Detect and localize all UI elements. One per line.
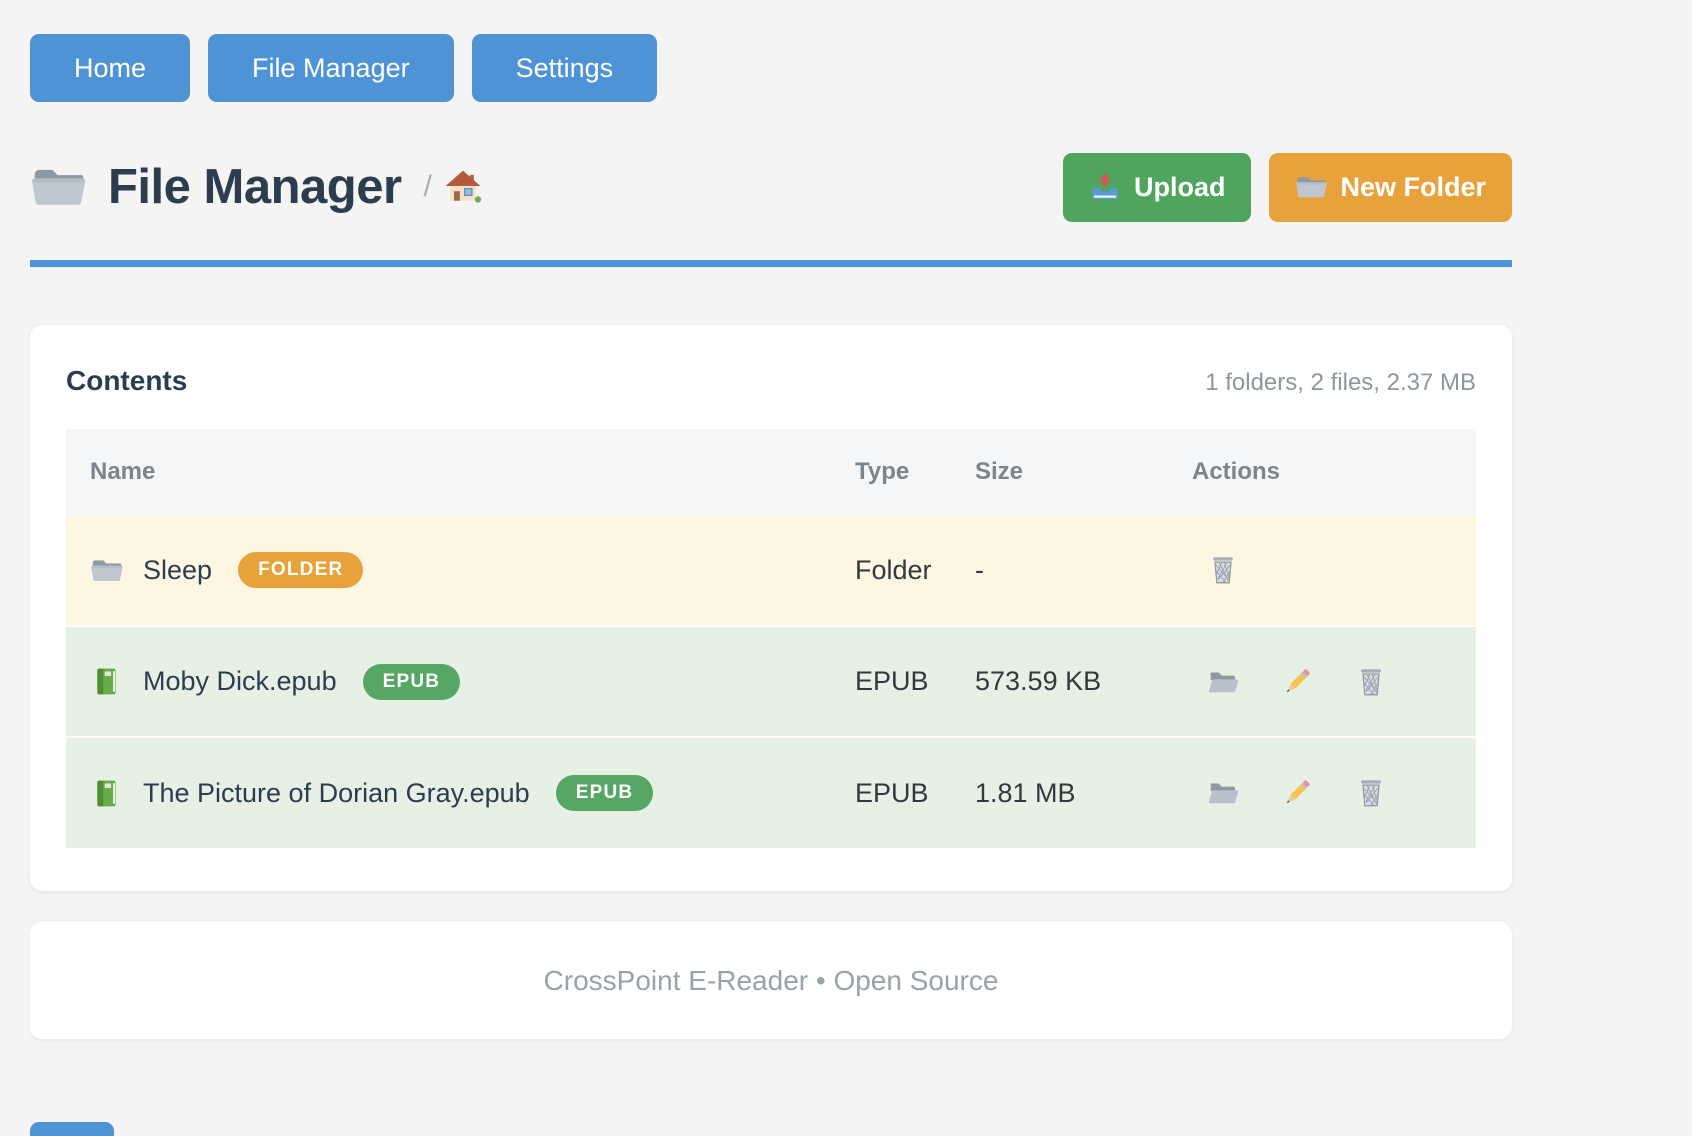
home-icon[interactable] xyxy=(444,168,482,206)
folder-badge: FOLDER xyxy=(238,552,363,588)
action-rename[interactable] xyxy=(1280,776,1314,810)
item-type: EPUB xyxy=(831,626,951,737)
item-size: 573.59 KB xyxy=(951,626,1168,737)
trash-icon xyxy=(1206,553,1240,587)
breadcrumb: / xyxy=(424,168,482,206)
folder-icon xyxy=(90,554,123,587)
epub-badge: EPUB xyxy=(363,664,461,700)
header-divider xyxy=(30,260,1512,267)
item-type: Folder xyxy=(831,515,951,626)
folder-icon xyxy=(1295,171,1327,203)
contents-summary: 1 folders, 2 files, 2.37 MB xyxy=(1205,369,1476,397)
upload-button[interactable]: Upload xyxy=(1063,153,1252,222)
green-book-icon xyxy=(90,777,123,810)
action-delete[interactable] xyxy=(1354,665,1388,699)
trash-icon xyxy=(1354,665,1388,699)
item-name-link[interactable]: Moby Dick.epub xyxy=(143,666,337,697)
item-name-link[interactable]: Sleep xyxy=(143,555,212,586)
upload-button-label: Upload xyxy=(1134,172,1226,203)
item-size: - xyxy=(951,515,1168,626)
title-wrap: File Manager / xyxy=(30,159,482,215)
column-header-size: Size xyxy=(951,429,1168,515)
header-buttons: Upload New Folder xyxy=(1063,153,1512,222)
folder-icon xyxy=(30,159,86,215)
column-header-type: Type xyxy=(831,429,951,515)
table-row: Sleep FOLDER Folder - xyxy=(66,515,1476,626)
table-header-row: Name Type Size Actions xyxy=(66,429,1476,515)
footer-text: CrossPoint E-Reader • Open Source xyxy=(544,965,999,997)
page-header: File Manager / Upload New Folder xyxy=(30,148,1512,226)
table-row: The Picture of Dorian Gray.epub EPUB EPU… xyxy=(66,737,1476,848)
file-table: Name Type Size Actions Sleep FOLDER F xyxy=(66,429,1476,848)
column-header-actions: Actions xyxy=(1168,429,1476,515)
partially-visible-button[interactable] xyxy=(30,1122,114,1136)
page-title: File Manager xyxy=(108,159,402,215)
nav-button-settings[interactable]: Settings xyxy=(472,34,658,102)
new-folder-button[interactable]: New Folder xyxy=(1269,153,1512,222)
nav-button-home[interactable]: Home xyxy=(30,34,190,102)
outbox-tray-icon xyxy=(1089,171,1121,203)
nav-button-file-manager[interactable]: File Manager xyxy=(208,34,454,102)
contents-heading: Contents xyxy=(66,365,187,397)
epub-badge: EPUB xyxy=(556,775,654,811)
top-navigation: Home File Manager Settings xyxy=(30,0,1512,102)
breadcrumb-separator: / xyxy=(424,170,432,204)
item-size: 1.81 MB xyxy=(951,737,1168,848)
open-folder-icon xyxy=(1206,776,1240,810)
green-book-icon xyxy=(90,665,123,698)
item-name-link[interactable]: The Picture of Dorian Gray.epub xyxy=(143,778,530,809)
action-delete[interactable] xyxy=(1206,553,1240,587)
footer: CrossPoint E-Reader • Open Source xyxy=(30,922,1512,1039)
action-delete[interactable] xyxy=(1354,776,1388,810)
page-container: Home File Manager Settings File Manager … xyxy=(30,0,1512,1039)
table-row: Moby Dick.epub EPUB EPUB 573.59 KB xyxy=(66,626,1476,737)
item-type: EPUB xyxy=(831,737,951,848)
new-folder-button-label: New Folder xyxy=(1340,172,1486,203)
pencil-icon xyxy=(1280,665,1314,699)
action-move[interactable] xyxy=(1206,776,1240,810)
pencil-icon xyxy=(1280,776,1314,810)
column-header-name: Name xyxy=(66,429,831,515)
trash-icon xyxy=(1354,776,1388,810)
action-rename[interactable] xyxy=(1280,665,1314,699)
action-move[interactable] xyxy=(1206,665,1240,699)
open-folder-icon xyxy=(1206,665,1240,699)
contents-card: Contents 1 folders, 2 files, 2.37 MB Nam… xyxy=(30,325,1512,891)
contents-card-header: Contents 1 folders, 2 files, 2.37 MB xyxy=(66,365,1476,397)
